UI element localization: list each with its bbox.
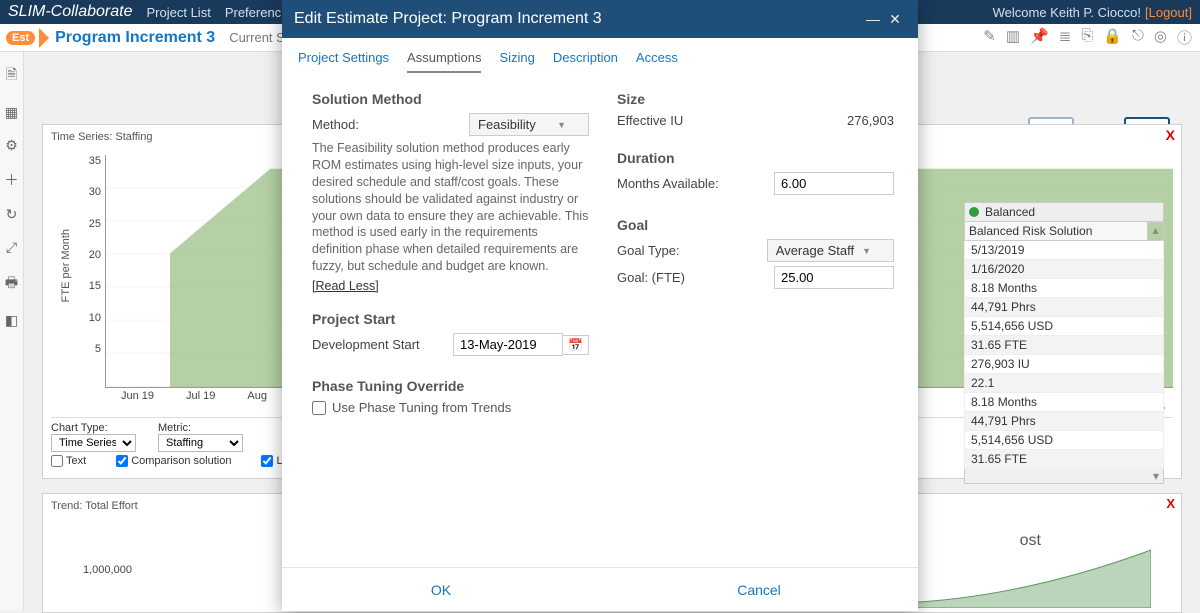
close-icon[interactable]: ✕ <box>884 11 906 28</box>
data-row: 8.18 Months <box>964 393 1164 412</box>
method-description: The Feasibility solution method produces… <box>312 140 589 275</box>
status-dot-icon <box>969 207 979 217</box>
modal-tabs: Project Settings Assumptions Sizing Desc… <box>282 38 918 73</box>
project-start-heading: Project Start <box>312 311 589 327</box>
edit-estimate-modal: Edit Estimate Project: Program Increment… <box>282 0 918 611</box>
modal-body: Solution Method Method: Feasibility The … <box>282 73 918 567</box>
edit-icon[interactable]: ✎ <box>983 27 996 48</box>
data-row: 22.1 <box>964 374 1164 393</box>
tab-assumptions[interactable]: Assumptions <box>407 50 481 73</box>
comparison-checkbox[interactable]: Comparison solution <box>116 455 231 467</box>
chart-type-select[interactable]: Time Series <box>51 434 136 452</box>
list-icon[interactable]: ≣ <box>1059 27 1072 48</box>
minimize-icon[interactable]: — <box>862 11 884 27</box>
pin-icon[interactable]: 📌 <box>1030 27 1049 48</box>
data-row: 5,514,656 USD <box>964 317 1164 336</box>
effective-iu-label: Effective IU <box>617 113 847 128</box>
modal-footer: OK Cancel <box>282 567 918 611</box>
lock-icon[interactable]: 🔒 <box>1103 27 1122 48</box>
export-icon[interactable]: ⎘ <box>1081 27 1093 48</box>
sidebar-print-icon[interactable]: 🖶 <box>5 272 18 296</box>
modal-right-column: Size Effective IU 276,903 Duration Month… <box>617 83 894 567</box>
breadcrumb-title[interactable]: Program Increment 3 <box>55 29 215 47</box>
tab-access[interactable]: Access <box>636 50 678 73</box>
goal-type-label: Goal Type: <box>617 243 767 258</box>
solution-method-heading: Solution Method <box>312 91 589 107</box>
nav-preferences[interactable]: Preferenc <box>225 5 281 20</box>
effective-iu-value: 276,903 <box>847 113 894 128</box>
modal-titlebar: Edit Estimate Project: Program Increment… <box>282 0 918 38</box>
method-label: Method: <box>312 117 469 132</box>
data-row: 5/13/2019 <box>964 241 1164 260</box>
left-sidebar: 🗎 ▦ ⚙ ＋ ↻ ⤢ 🖶 ◧ <box>0 52 24 611</box>
toolbar: ✎ ▥ 📌 ≣ ⎘ 🔒 ⎋ ◎ ⓘ <box>983 27 1200 48</box>
size-heading: Size <box>617 91 894 107</box>
close-icon[interactable]: X <box>1166 496 1175 511</box>
goal-heading: Goal <box>617 217 894 233</box>
months-available-input[interactable] <box>774 172 894 195</box>
goal-fte-input[interactable] <box>774 266 894 289</box>
goal-type-select[interactable]: Average Staff <box>767 239 894 262</box>
dev-start-input[interactable] <box>453 333 563 356</box>
info-icon[interactable]: ⓘ <box>1177 27 1192 48</box>
trend-y-value: 1,000,000 <box>83 564 132 576</box>
text-checkbox[interactable]: Text <box>51 455 86 467</box>
data-row: 44,791 Phrs <box>964 412 1164 431</box>
logout-link[interactable]: [Logout] <box>1145 5 1192 20</box>
read-less-link[interactable]: [Read Less] <box>312 279 379 293</box>
close-icon[interactable]: X <box>1166 127 1175 143</box>
dev-start-label: Development Start <box>312 337 453 352</box>
data-row: 31.65 FTE <box>964 450 1164 469</box>
link-icon[interactable]: ⎋ <box>1132 27 1144 48</box>
phase-tuning-heading: Phase Tuning Override <box>312 378 589 394</box>
cancel-button[interactable]: Cancel <box>600 568 918 611</box>
goal-fte-label: Goal: (FTE) <box>617 270 774 285</box>
chart-type-label: Chart Type: <box>51 422 136 434</box>
breadcrumb-arrow-icon <box>39 28 49 48</box>
solution-sub[interactable]: Balanced Risk Solution <box>964 222 1148 241</box>
welcome-text: Welcome Keith P. Ciocco! <box>993 5 1141 20</box>
modal-left-column: Solution Method Method: Feasibility The … <box>312 83 589 567</box>
phase-tuning-checkbox[interactable]: Use Phase Tuning from Trends <box>312 400 589 415</box>
tab-project-settings[interactable]: Project Settings <box>298 50 389 73</box>
app-brand: SLIM-Collaborate <box>8 3 133 21</box>
sidebar-doc-icon[interactable]: 🗎 <box>6 64 17 88</box>
months-available-label: Months Available: <box>617 176 774 191</box>
sidebar-gear-icon[interactable]: ⚙ <box>5 137 18 154</box>
target-icon[interactable]: ◎ <box>1154 27 1167 48</box>
est-badge: Est <box>6 31 35 45</box>
solution-header[interactable]: Balanced <box>964 202 1164 222</box>
data-row: 8.18 Months <box>964 279 1164 298</box>
nav-project-list[interactable]: Project List <box>147 5 211 20</box>
data-row: 5,514,656 USD <box>964 431 1164 450</box>
data-row: 276,903 IU <box>964 355 1164 374</box>
sidebar-more-icon[interactable]: ◧ <box>5 312 18 329</box>
caret-up-icon[interactable]: ▴ <box>1148 222 1164 241</box>
modal-title: Edit Estimate Project: Program Increment… <box>294 10 602 28</box>
calendar-icon[interactable]: 📅 <box>563 335 589 355</box>
y-ticks: 35 30 25 20 15 10 5 <box>81 155 101 355</box>
sidebar-expand-icon[interactable]: ⤢ <box>6 239 17 256</box>
sidebar-refresh-icon[interactable]: ↻ <box>6 206 18 223</box>
sidebar-grid-icon[interactable]: ▦ <box>5 104 18 121</box>
metric-label: Metric: <box>158 422 243 434</box>
sidebar-plus-icon[interactable]: ＋ <box>5 170 19 190</box>
data-row: 31.65 FTE <box>964 336 1164 355</box>
tab-sizing[interactable]: Sizing <box>499 50 534 73</box>
metric-select[interactable]: Staffing <box>158 434 243 452</box>
solution-data-panel: Balanced Balanced Risk Solution ▴ 5/13/2… <box>964 202 1164 484</box>
caret-down-icon[interactable]: ▾ <box>964 469 1164 484</box>
tab-description[interactable]: Description <box>553 50 618 73</box>
method-select[interactable]: Feasibility <box>469 113 589 136</box>
clipboard-icon[interactable]: ▥ <box>1006 27 1020 48</box>
y-axis-label: FTE per Month <box>60 229 72 302</box>
ok-button[interactable]: OK <box>282 568 600 611</box>
duration-heading: Duration <box>617 150 894 166</box>
data-row: 44,791 Phrs <box>964 298 1164 317</box>
trend-area-icon <box>901 548 1151 608</box>
data-row: 1/16/2020 <box>964 260 1164 279</box>
